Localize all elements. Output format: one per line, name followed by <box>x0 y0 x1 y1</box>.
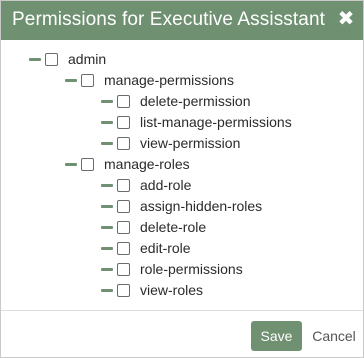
tree-node-view-roles: view-roles <box>101 279 203 301</box>
tree-node-label: delete-role <box>140 219 207 235</box>
tree-node-add-role: add-role <box>101 174 191 196</box>
tree-node-label: assign-hidden-roles <box>140 198 263 214</box>
view-permission-checkbox[interactable] <box>117 136 130 150</box>
manage-permissions-checkbox[interactable] <box>81 73 94 87</box>
tree-node-manage-roles: manage-roles <box>65 153 190 175</box>
dialog-titlebar: Permissions for Executive Assisstant ✖ <box>1 1 363 40</box>
view-roles-checkbox[interactable] <box>117 283 130 297</box>
permissions-tree: admin manage-permissions delete-permissi… <box>1 40 363 310</box>
collapse-icon[interactable] <box>101 137 113 149</box>
tree-node-list-manage-permissions: list-manage-permissions <box>101 111 292 133</box>
add-role-checkbox[interactable] <box>117 178 130 192</box>
delete-role-checkbox[interactable] <box>117 220 130 234</box>
list-manage-permissions-checkbox[interactable] <box>117 115 130 129</box>
delete-permission-checkbox[interactable] <box>117 94 130 108</box>
tree-node-assign-hidden-roles: assign-hidden-roles <box>101 195 262 217</box>
tree-node-label: admin <box>68 51 107 67</box>
permissions-dialog: Permissions for Executive Assisstant ✖ a… <box>0 0 364 358</box>
tree-node-label: manage-permissions <box>104 72 234 88</box>
role-permissions-checkbox[interactable] <box>117 262 130 276</box>
admin-checkbox[interactable] <box>45 52 58 66</box>
collapse-icon[interactable] <box>101 200 113 212</box>
tree-node-label: view-permission <box>140 135 241 151</box>
collapse-icon[interactable] <box>101 284 113 296</box>
tree-node-edit-role: edit-role <box>101 237 191 259</box>
collapse-icon[interactable] <box>29 53 41 65</box>
tree-node-label: manage-roles <box>104 156 190 172</box>
tree-node-label: list-manage-permissions <box>140 114 292 130</box>
edit-role-checkbox[interactable] <box>117 241 130 255</box>
tree-node-admin: admin <box>29 48 106 70</box>
collapse-icon[interactable] <box>101 221 113 233</box>
assign-hidden-roles-checkbox[interactable] <box>117 199 130 213</box>
collapse-icon[interactable] <box>101 116 113 128</box>
collapse-icon[interactable] <box>101 179 113 191</box>
tree-node-delete-permission: delete-permission <box>101 90 251 112</box>
tree-node-view-permission: view-permission <box>101 132 240 154</box>
close-icon[interactable]: ✖ <box>337 6 355 32</box>
tree-node-label: edit-role <box>140 240 191 256</box>
manage-roles-checkbox[interactable] <box>81 157 94 171</box>
collapse-icon[interactable] <box>101 95 113 107</box>
tree-node-label: role-permissions <box>140 261 243 277</box>
cancel-button[interactable]: Cancel <box>309 321 359 351</box>
tree-node-role-permissions: role-permissions <box>101 258 243 280</box>
tree-node-label: delete-permission <box>140 93 251 109</box>
tree-node-delete-role: delete-role <box>101 216 206 238</box>
collapse-icon[interactable] <box>101 242 113 254</box>
tree-node-label: view-roles <box>140 282 204 298</box>
dialog-title: Permissions for Executive Assisstant <box>12 9 325 30</box>
collapse-icon[interactable] <box>101 263 113 275</box>
save-button[interactable]: Save <box>251 321 302 351</box>
collapse-icon[interactable] <box>65 74 77 86</box>
tree-node-label: add-role <box>140 177 192 193</box>
tree-node-manage-permissions: manage-permissions <box>65 69 234 91</box>
collapse-icon[interactable] <box>65 158 77 170</box>
footer-divider <box>1 310 363 311</box>
